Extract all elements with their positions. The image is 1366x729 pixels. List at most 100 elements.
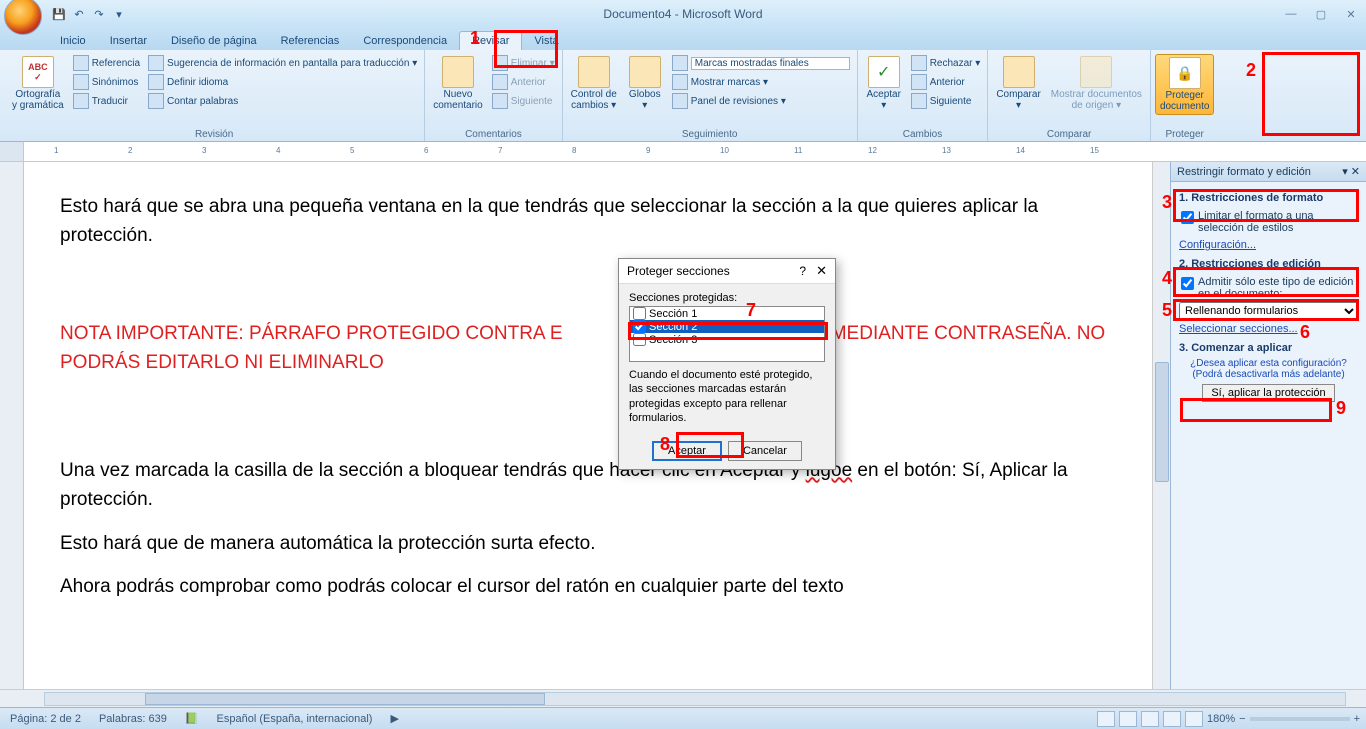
draft-view[interactable] <box>1185 711 1203 727</box>
tab-diseño-de-página[interactable]: Diseño de página <box>159 32 269 50</box>
section-item[interactable]: Sección 3 <box>630 333 824 346</box>
track-changes-button[interactable]: Control de cambios ▾ <box>567 54 621 113</box>
pane-dropdown-icon[interactable]: ▾ ✕ <box>1342 165 1360 178</box>
limit-formatting-checkbox[interactable]: Limitar el formato a una selección de es… <box>1179 208 1358 236</box>
zoom-level[interactable]: 180% <box>1207 713 1235 725</box>
select-sections-link[interactable]: Seleccionar secciones... <box>1179 323 1298 335</box>
tab-inicio[interactable]: Inicio <box>48 32 98 50</box>
tab-vista[interactable]: Vista <box>522 32 570 50</box>
hscroll-thumb[interactable] <box>145 693 545 705</box>
group-protect: 🔒 Proteger documento Proteger <box>1151 50 1218 141</box>
checkbox[interactable] <box>1181 211 1194 224</box>
synonyms-button[interactable]: Sinónimos <box>70 73 143 91</box>
qat-dropdown-icon[interactable]: ▾ <box>110 5 128 23</box>
zoom-in-button[interactable]: + <box>1354 713 1360 725</box>
ruler-mark: 2 <box>128 146 132 155</box>
group-label: Seguimiento <box>567 128 853 141</box>
reference-button[interactable]: Referencia <box>70 54 143 72</box>
protect-document-button[interactable]: 🔒 Proteger documento <box>1155 54 1214 115</box>
word-count-status[interactable]: Palabras: 639 <box>95 713 171 725</box>
section-checkbox[interactable] <box>633 320 646 333</box>
new-comment-button[interactable]: Nuevo comentario <box>429 54 486 113</box>
section-item[interactable]: Sección 1 <box>630 307 824 320</box>
compare-button[interactable]: Comparar ▾ <box>992 54 1044 113</box>
word-count-button[interactable]: Contar palabras <box>145 92 420 110</box>
document-page[interactable]: Esto hará que se abra una pequeña ventan… <box>24 162 1152 646</box>
dialog-close-button[interactable]: ✕ <box>816 263 827 278</box>
next-change-button[interactable]: Siguiente <box>908 92 984 110</box>
undo-icon[interactable]: ↶ <box>70 5 88 23</box>
show-source-docs-button[interactable]: Mostrar documentos de origen ▾ <box>1047 54 1146 113</box>
tab-referencias[interactable]: Referencias <box>269 32 352 50</box>
balloons-button[interactable]: Globos ▾ <box>623 54 667 113</box>
translate-button[interactable]: Traducir <box>70 92 143 110</box>
scroll-thumb[interactable] <box>1155 362 1169 482</box>
markup-icon <box>672 74 688 90</box>
sections-list[interactable]: Sección 1Sección 2Sección 3 <box>629 306 825 362</box>
paragraph[interactable]: Esto hará que de manera automática la pr… <box>60 529 1116 558</box>
web-layout-view[interactable] <box>1141 711 1159 727</box>
section-checkbox[interactable] <box>633 333 646 346</box>
editing-type-select[interactable]: Rellenando formularios <box>1179 302 1358 320</box>
minimize-button[interactable]: — <box>1276 4 1306 24</box>
dialog-titlebar[interactable]: Proteger secciones ?✕ <box>619 259 835 284</box>
abc-check-icon: ABC✓ <box>22 56 54 88</box>
language-status[interactable]: Español (España, internacional) <box>213 713 377 725</box>
ruler-mark: 10 <box>720 146 729 155</box>
section-item[interactable]: Sección 2 <box>630 320 824 333</box>
ruler-scale[interactable]: 123456789101112131415 <box>24 142 1366 161</box>
print-layout-view[interactable] <box>1097 711 1115 727</box>
horizontal-scrollbar[interactable] <box>0 689 1366 707</box>
zoom-out-button[interactable]: − <box>1239 713 1245 725</box>
apply-note: ¿Desea aplicar esta configuración? (Podr… <box>1179 358 1358 380</box>
paragraph[interactable]: Ahora podrás comprobar como podrás coloc… <box>60 572 1116 601</box>
tab-insertar[interactable]: Insertar <box>98 32 159 50</box>
accept-button[interactable]: ✓ Aceptar ▾ <box>862 54 906 113</box>
paragraph[interactable]: Una vez marcada la casilla de la sección… <box>60 456 1116 515</box>
save-icon[interactable]: 💾 <box>50 5 68 23</box>
outline-view[interactable] <box>1163 711 1181 727</box>
translation-tip-button[interactable]: Sugerencia de información en pantalla pa… <box>145 54 420 72</box>
macro-icon[interactable]: ▶ <box>386 712 402 725</box>
zoom-slider[interactable] <box>1250 717 1350 721</box>
maximize-button[interactable]: ▢ <box>1306 4 1336 24</box>
set-language-button[interactable]: Definir idioma <box>145 73 420 91</box>
prev-change-button[interactable]: Anterior <box>908 73 984 91</box>
compare-icon <box>1003 56 1035 88</box>
hscroll-track[interactable] <box>44 692 1346 706</box>
document-viewport[interactable]: Esto hará que se abra una pequeña ventan… <box>24 162 1152 689</box>
prev-comment-button[interactable]: Anterior <box>489 73 558 91</box>
close-button[interactable]: ✕ <box>1336 4 1366 24</box>
formatting-settings-link[interactable]: Configuración... <box>1179 239 1256 251</box>
tab-revisar[interactable]: Revisar <box>459 31 522 50</box>
show-markup-button[interactable]: Mostrar marcas ▾ <box>669 73 853 91</box>
section-checkbox[interactable] <box>633 307 646 320</box>
delete-comment-button[interactable]: Eliminar ▾ <box>489 54 558 72</box>
dialog-ok-button[interactable]: Aceptar <box>652 441 722 461</box>
vertical-scrollbar[interactable] <box>1152 162 1170 689</box>
full-screen-view[interactable] <box>1119 711 1137 727</box>
tab-correspondencia[interactable]: Correspondencia <box>351 32 459 50</box>
reviewing-pane-button[interactable]: Panel de revisiones ▾ <box>669 92 853 110</box>
horizontal-ruler: 123456789101112131415 <box>0 142 1366 162</box>
reject-button[interactable]: Rechazar ▾ <box>908 54 984 72</box>
display-review-dropdown[interactable]: Marcas mostradas finales <box>669 54 853 72</box>
checkbox[interactable] <box>1181 277 1194 290</box>
apply-protection-button[interactable]: Sí, aplicar la protección <box>1202 384 1334 402</box>
page-status[interactable]: Página: 2 de 2 <box>6 713 85 725</box>
help-icon[interactable]: ? <box>799 264 806 278</box>
vertical-ruler[interactable] <box>0 162 24 689</box>
pane-title: Restringir formato y edición <box>1177 166 1311 178</box>
next-comment-button[interactable]: Siguiente <box>489 92 558 110</box>
allow-editing-checkbox[interactable]: Admitir sólo este tipo de edición en el … <box>1179 274 1358 302</box>
dialog-cancel-button[interactable]: Cancelar <box>728 441 802 461</box>
ruler-mark: 12 <box>868 146 877 155</box>
spelling-button[interactable]: ABC✓ Ortografía y gramática <box>8 54 68 113</box>
paragraph[interactable]: Esto hará que se abra una pequeña ventan… <box>60 192 1116 251</box>
protected-note[interactable]: NOTA IMPORTANTE: PÁRRAFO PROTEGIDO CONTR… <box>60 319 1116 378</box>
redo-icon[interactable]: ↷ <box>90 5 108 23</box>
proofing-icon[interactable]: 📗 <box>181 712 203 725</box>
spelling-label: Ortografía y gramática <box>12 89 64 111</box>
group-compare: Comparar ▾ Mostrar documentos de origen … <box>988 50 1151 141</box>
status-bar: Página: 2 de 2 Palabras: 639 📗 Español (… <box>0 707 1366 729</box>
